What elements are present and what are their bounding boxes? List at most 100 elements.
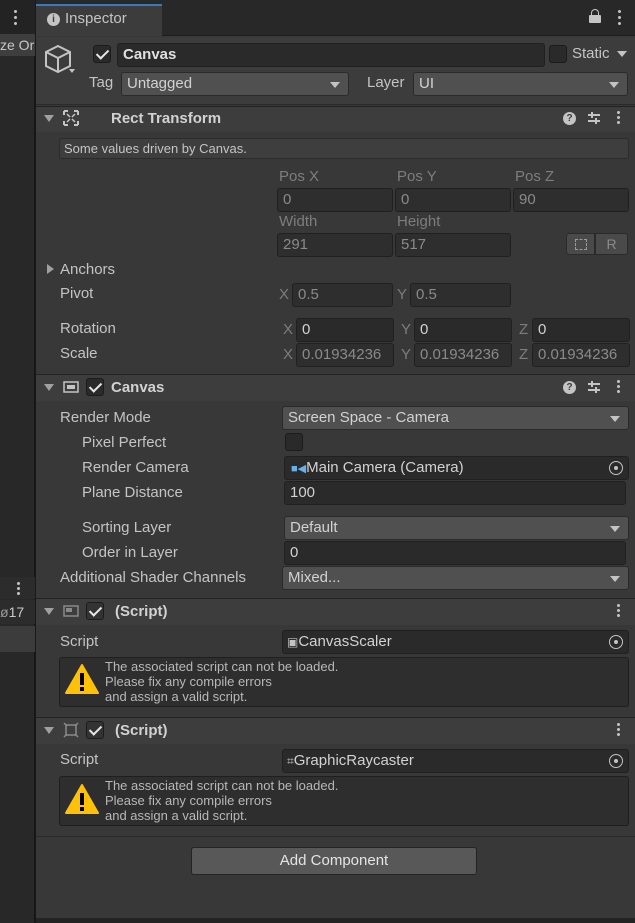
component-menu-icon[interactable] [617, 604, 621, 620]
tab-inspector[interactable]: i Inspector [36, 4, 162, 36]
left-panel-toolbar [0, 577, 35, 599]
static-checkbox[interactable] [549, 45, 567, 63]
script2-warning-box: The associated script can not be loaded.… [59, 776, 629, 826]
rot-x-field[interactable]: 0 [296, 318, 394, 342]
order-in-layer-field[interactable]: 0 [284, 541, 626, 565]
pos-x-field: 0 [277, 188, 393, 212]
script2-warning-text: The associated script can not be loaded.… [105, 778, 339, 823]
scale-z-field: 0.01934236 [532, 343, 630, 367]
tag-label: Tag [89, 74, 114, 91]
sorting-layer-label: Sorting Layer [82, 519, 172, 536]
object-active-checkbox[interactable] [93, 45, 111, 63]
chevron-down-icon [610, 526, 620, 532]
object-picker-icon[interactable] [609, 635, 623, 649]
foldout-arrow-icon[interactable] [44, 384, 54, 391]
script1-enabled-checkbox[interactable] [86, 602, 104, 620]
script1-title: (Script) [115, 603, 168, 620]
foldout-arrow-icon[interactable] [44, 608, 54, 615]
render-mode-value: Screen Space - Camera [288, 409, 449, 426]
gameobject-cube-icon[interactable] [44, 42, 78, 78]
width-field: 291 [277, 233, 393, 257]
component-menu-icon[interactable] [617, 111, 621, 127]
blueprint-mode-button[interactable] [566, 233, 595, 255]
pixel-perfect-checkbox[interactable] [285, 433, 303, 451]
chevron-down-icon [610, 416, 620, 422]
pos-z-label: Pos Z [515, 168, 555, 185]
rot-y-axis-label: Y [401, 321, 412, 338]
pos-z-field[interactable]: 90 [513, 188, 629, 212]
sorting-layer-value: Default [290, 519, 338, 536]
canvas-enabled-checkbox[interactable] [86, 378, 104, 396]
script2-enabled-checkbox[interactable] [86, 721, 104, 739]
foldout-arrow-icon[interactable] [44, 115, 54, 122]
presets-icon[interactable] [587, 380, 601, 394]
anchors-foldout-icon[interactable] [47, 264, 54, 274]
help-icon[interactable]: ? [563, 381, 576, 394]
tab-inspector-label: Inspector [65, 10, 127, 27]
rotation-label: Rotation [60, 320, 116, 337]
chevron-down-icon [609, 82, 619, 88]
graphic-raycaster-icon [63, 722, 79, 738]
script1-warning-box: The associated script can not be loaded.… [59, 657, 629, 707]
pos-y-field: 0 [395, 188, 511, 212]
bottom-edge [36, 918, 635, 923]
anchors-label[interactable]: Anchors [60, 261, 115, 278]
add-component-button[interactable]: Add Component [191, 847, 477, 875]
plane-distance-field[interactable]: 100 [284, 481, 626, 505]
object-picker-icon[interactable] [609, 461, 623, 475]
left-panel-menu-icon[interactable] [14, 10, 18, 26]
rot-z-field[interactable]: 0 [532, 318, 630, 342]
warning-icon [65, 783, 99, 815]
tag-value: Untagged [127, 75, 193, 92]
warning-icon [65, 663, 99, 695]
raw-edit-button[interactable]: R [595, 233, 628, 255]
render-camera-label: Render Camera [82, 459, 189, 476]
pivot-label: Pivot [60, 285, 94, 302]
layer-label: Layer [367, 74, 405, 91]
canvas-component-icon [63, 379, 79, 395]
lock-icon[interactable] [589, 9, 601, 23]
scale-y-field: 0.01934236 [414, 343, 512, 367]
component-menu-icon[interactable] [617, 380, 621, 396]
presets-icon[interactable] [587, 111, 601, 125]
static-label[interactable]: Static [572, 45, 610, 62]
pivot-x-axis-label: X [279, 286, 290, 303]
scale-y-axis-label: Y [401, 346, 412, 363]
plane-distance-label: Plane Distance [82, 484, 183, 501]
script1-script-field[interactable]: ▣CanvasScaler [282, 630, 629, 654]
object-picker-icon[interactable] [609, 754, 623, 768]
render-mode-dropdown[interactable]: Screen Space - Camera [282, 406, 629, 430]
driven-values-info: Some values driven by Canvas. [59, 138, 629, 159]
inspector-menu-icon[interactable] [618, 10, 622, 26]
sorting-layer-dropdown[interactable]: Default [284, 516, 629, 540]
pos-y-label: Pos Y [397, 168, 437, 185]
render-mode-label: Render Mode [60, 409, 151, 426]
static-dropdown-caret-icon[interactable] [617, 51, 627, 57]
pivot-x-field: 0.5 [292, 283, 393, 307]
pivot-y-axis-label: Y [397, 286, 408, 303]
left-panel-selected-row[interactable] [0, 626, 35, 652]
tag-dropdown[interactable]: Untagged [121, 72, 349, 96]
component-menu-icon[interactable] [617, 723, 621, 739]
canvas-component-title: Canvas [111, 379, 165, 396]
help-icon[interactable]: ? [563, 112, 576, 125]
rot-x-axis-label: X [283, 321, 294, 338]
render-camera-value: Main Camera (Camera) [306, 459, 464, 476]
script1-warning-text: The associated script can not be loaded.… [105, 659, 339, 704]
pivot-y-field: 0.5 [410, 283, 511, 307]
foldout-arrow-icon[interactable] [44, 727, 54, 734]
rot-y-field[interactable]: 0 [414, 318, 512, 342]
object-name-field[interactable]: Canvas [117, 43, 545, 67]
pos-x-label: Pos X [279, 168, 320, 185]
rect-transform-title: Rect Transform [111, 110, 222, 127]
shader-channels-dropdown[interactable]: Mixed... [282, 566, 629, 590]
layer-dropdown[interactable]: UI [413, 72, 628, 96]
width-label: Width [279, 213, 318, 230]
script2-title: (Script) [115, 722, 168, 739]
script-file-icon: ▣ [287, 635, 299, 649]
divider [36, 836, 635, 837]
scale-x-field: 0.01934236 [296, 343, 394, 367]
left-panel-count: 17 [8, 604, 25, 620]
render-camera-field[interactable]: ■◀Main Camera (Camera) [284, 456, 629, 480]
script2-script-field[interactable]: ⌗GraphicRaycaster [282, 749, 629, 773]
